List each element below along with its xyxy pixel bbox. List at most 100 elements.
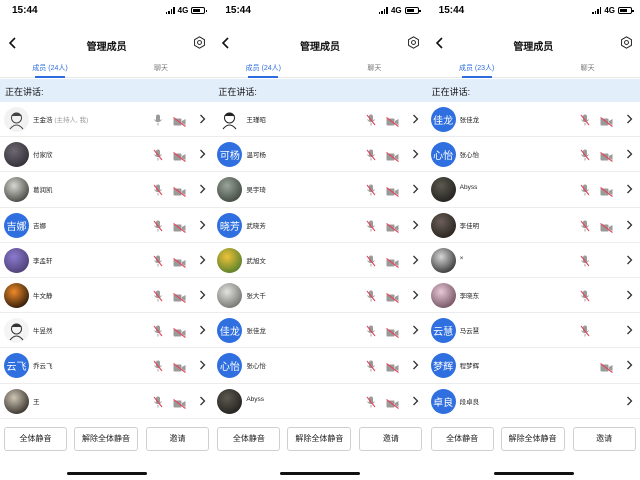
member-row[interactable]: 云飞 乔云飞 <box>0 348 214 384</box>
camera-icon[interactable] <box>599 184 613 198</box>
settings-icon[interactable] <box>407 36 420 49</box>
camera-icon[interactable] <box>386 325 400 339</box>
member-row[interactable]: 李佳明 <box>426 208 640 243</box>
camera-icon[interactable] <box>386 184 400 198</box>
member-row[interactable]: 吴宇琦 <box>213 172 427 208</box>
member-row[interactable]: 心怡 张心怡 <box>213 348 427 384</box>
microphone-icon[interactable] <box>366 395 376 407</box>
mute-all-button[interactable]: 全体静音 <box>4 427 67 451</box>
camera-icon[interactable] <box>386 220 400 233</box>
microphone-icon[interactable] <box>366 359 376 372</box>
settings-icon[interactable] <box>620 36 633 49</box>
camera-icon[interactable] <box>599 360 613 374</box>
microphone-icon[interactable] <box>153 359 163 372</box>
camera-icon[interactable] <box>386 360 400 374</box>
speaking-label: 正在讲话: <box>218 87 257 97</box>
microphone-icon[interactable] <box>366 183 376 196</box>
member-row[interactable]: 张大千 <box>213 278 427 314</box>
member-row[interactable]: 佳龙 张佳龙 <box>426 102 640 138</box>
camera-icon[interactable] <box>173 325 186 339</box>
unmute-all-button[interactable]: 解除全体静音 <box>500 427 565 451</box>
invite-button[interactable]: 邀请 <box>359 427 423 451</box>
microphone-icon[interactable] <box>366 324 376 337</box>
invite-button[interactable]: 邀请 <box>146 427 209 451</box>
microphone-icon[interactable] <box>153 183 163 196</box>
camera-icon[interactable] <box>386 290 400 303</box>
tab-members[interactable]: 成员 (24人) <box>233 63 293 73</box>
microphone-icon[interactable] <box>153 254 163 267</box>
mute-all-button[interactable]: 全体静音 <box>217 427 281 451</box>
tab-chat[interactable]: 聊天 <box>558 63 618 73</box>
microphone-icon[interactable] <box>580 219 590 232</box>
camera-icon[interactable] <box>173 220 186 233</box>
member-row[interactable]: 梦辉 程梦辉 <box>426 348 640 384</box>
camera-icon[interactable] <box>173 360 186 374</box>
camera-icon[interactable] <box>599 220 613 233</box>
unmute-all-button[interactable]: 解除全体静音 <box>287 427 352 451</box>
member-row[interactable]: 王 <box>0 384 214 419</box>
microphone-icon[interactable] <box>580 324 590 337</box>
member-row[interactable]: 可杨 温可杨 <box>213 137 427 173</box>
microphone-icon[interactable] <box>366 113 376 126</box>
member-row[interactable]: 晓芳 武晓芳 <box>213 208 427 243</box>
microphone-icon[interactable] <box>153 289 163 302</box>
tab-chat[interactable]: 聊天 <box>344 63 404 73</box>
microphone-icon[interactable] <box>580 289 590 302</box>
microphone-icon[interactable] <box>153 219 163 232</box>
member-row[interactable]: 佳龙 张佳龙 <box>213 313 427 349</box>
tab-members[interactable]: 成员 (23人) <box>447 63 507 73</box>
microphone-icon[interactable] <box>366 254 376 267</box>
member-row[interactable]: Abyss <box>426 172 640 208</box>
member-row[interactable]: 牛昱然 <box>0 313 214 349</box>
member-row[interactable]: 云慧 马云慧 <box>426 313 640 349</box>
battery-icon <box>617 7 634 14</box>
camera-icon[interactable] <box>386 114 400 127</box>
microphone-icon[interactable] <box>366 289 376 302</box>
camera-icon[interactable] <box>173 396 186 409</box>
camera-icon[interactable] <box>599 114 613 127</box>
microphone-icon[interactable] <box>366 219 376 232</box>
member-row[interactable]: 葛润凯 <box>0 172 214 208</box>
camera-icon[interactable] <box>173 149 186 163</box>
microphone-icon[interactable] <box>580 254 590 267</box>
mute-all-button[interactable]: 全体静音 <box>430 427 494 451</box>
member-row[interactable]: 吉娜 吉娜 <box>0 208 214 243</box>
microphone-icon[interactable] <box>580 113 590 126</box>
member-row[interactable]: 王金浩 (主持人, 我) <box>0 102 214 138</box>
member-row[interactable]: 王瑾昭 <box>213 102 427 138</box>
tab-chat[interactable]: 聊天 <box>131 63 191 73</box>
member-name: 吴宇琦 <box>246 184 266 194</box>
microphone-icon[interactable] <box>153 148 163 161</box>
member-row[interactable]: 心怡 张心怡 <box>426 137 640 173</box>
microphone-icon[interactable] <box>153 395 163 407</box>
invite-button[interactable]: 邀请 <box>572 427 636 451</box>
microphone-icon[interactable] <box>580 148 590 161</box>
member-row[interactable]: 李晓东 <box>426 278 640 314</box>
member-row[interactable]: 李孟轩 <box>0 243 214 278</box>
camera-icon[interactable] <box>173 184 186 198</box>
unmute-all-button[interactable]: 解除全体静音 <box>74 427 138 451</box>
camera-icon[interactable] <box>173 114 186 127</box>
settings-icon[interactable] <box>193 36 206 49</box>
camera-icon[interactable] <box>173 255 186 268</box>
camera-icon[interactable] <box>173 290 186 303</box>
avatar-illustration <box>9 112 24 130</box>
chevron-right-icon <box>200 220 206 230</box>
member-list: 王金浩 (主持人, 我) 付家欣 葛润凯 吉娜 吉娜 李孟轩 牛文静 牛昱然 云… <box>0 102 214 419</box>
microphone-icon[interactable] <box>153 113 163 126</box>
camera-icon[interactable] <box>386 149 400 163</box>
member-row[interactable]: Abyss <box>213 384 427 419</box>
tab-members[interactable]: 成员 (24人) <box>20 63 80 73</box>
microphone-icon[interactable] <box>153 324 163 337</box>
member-row[interactable]: × <box>426 243 640 278</box>
member-row[interactable]: 卓良 段卓良 <box>426 384 640 419</box>
camera-icon[interactable] <box>386 255 400 268</box>
camera-icon[interactable] <box>599 149 613 163</box>
chevron-right-icon <box>200 360 206 370</box>
microphone-icon[interactable] <box>366 148 376 161</box>
camera-icon[interactable] <box>386 396 400 409</box>
member-row[interactable]: 武旭文 <box>213 243 427 278</box>
microphone-icon[interactable] <box>580 183 590 196</box>
member-row[interactable]: 牛文静 <box>0 278 214 314</box>
member-row[interactable]: 付家欣 <box>0 137 214 173</box>
